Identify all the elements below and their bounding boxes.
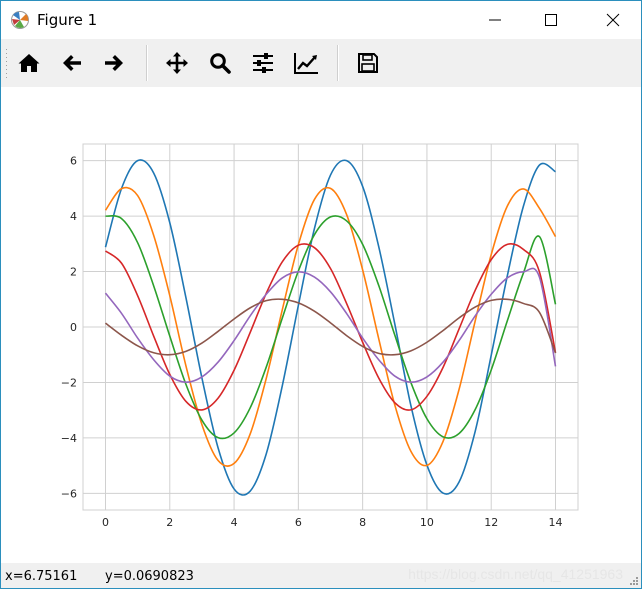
maximize-icon [545,14,557,26]
back-button[interactable] [56,47,88,79]
navigation-toolbar [1,39,641,87]
figure-canvas[interactable]: 0 2 4 6 8 10 12 14 −6 −4 −2 0 2 4 6 [1,87,641,563]
close-button[interactable] [585,1,641,39]
forward-button[interactable] [98,47,130,79]
toolbar-grip[interactable] [5,47,8,79]
magnifier-icon [210,53,231,74]
x-tick-label: 8 [359,516,366,529]
minimize-icon [489,19,501,21]
title-bar[interactable]: Figure 1 [1,1,641,39]
x-tick-label: 0 [102,516,109,529]
x-coordinate-readout: x=6.75161 [5,569,78,584]
zoom-button[interactable] [204,47,236,79]
floppy-disk-icon [358,53,378,73]
x-tick-label: 10 [420,516,434,529]
subplots-button[interactable] [247,47,279,79]
line-chart[interactable]: 0 2 4 6 8 10 12 14 −6 −4 −2 0 2 4 6 [1,87,641,563]
status-bar: x=6.75161 y=0.0690823 https://blog.csdn.… [1,563,641,588]
pan-button[interactable] [161,47,193,79]
edit-axes-button[interactable] [290,47,322,79]
line-chart-icon [294,53,318,74]
figure-window: Figure 1 0 2 4 6 8 10 12 14 −6 −4 −2 0 2… [0,0,642,589]
x-tick-label: 6 [295,516,302,529]
minimize-button[interactable] [467,1,523,39]
x-tick-label: 14 [549,516,563,529]
toolbar-separator [146,45,148,81]
x-tick-label: 2 [166,516,173,529]
y-tick-label: 0 [70,321,77,334]
y-tick-label: 2 [70,266,77,279]
y-tick-label: 4 [70,210,77,223]
watermark-text: https://blog.csdn.net/qq_41251963 [408,566,623,582]
y-tick-label: −4 [61,432,77,445]
arrow-left-icon [63,55,81,71]
x-tick-label: 12 [484,516,498,529]
y-tick-label: 6 [70,155,77,168]
home-button[interactable] [13,47,45,79]
save-button[interactable] [352,47,384,79]
app-icon [11,11,29,29]
resize-grip-icon[interactable] [629,576,639,586]
y-tick-label: −2 [61,376,77,389]
y-coordinate-readout: y=0.0690823 [105,569,194,584]
y-tick-label: −6 [61,487,77,500]
move-arrows-icon [166,52,188,74]
maximize-button[interactable] [523,1,579,39]
sliders-icon [253,53,273,73]
home-icon [18,54,40,72]
window-title: Figure 1 [37,11,98,29]
x-tick-label: 4 [231,516,238,529]
toolbar-separator [337,45,339,81]
close-icon [606,13,620,27]
arrow-right-icon [105,55,123,71]
